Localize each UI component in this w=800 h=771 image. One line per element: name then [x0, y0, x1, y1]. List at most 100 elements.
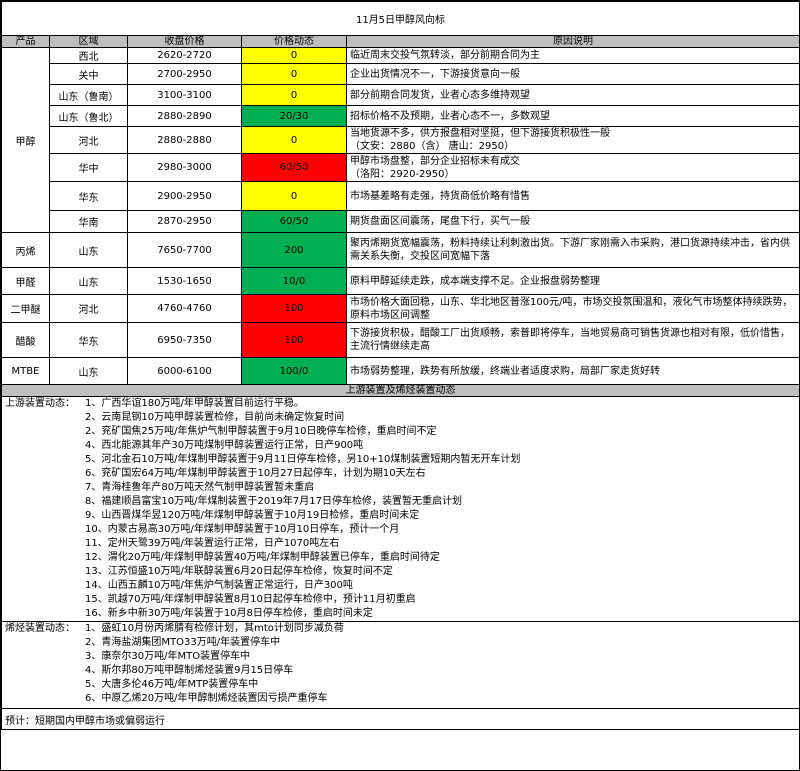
page-title: 11月5日甲醇风向标 — [1, 1, 800, 36]
product-name: 醋酸 — [1, 322, 50, 358]
product-name: 甲醇 — [1, 47, 50, 233]
list-item: 4、西北能源其年产30万吨煤制甲醇装置运行正常，日产900吨 — [85, 440, 364, 451]
price-cell: 1530-1650 — [127, 267, 242, 295]
region-cell: 关中 — [49, 63, 128, 85]
change-cell: 20/30 — [241, 105, 347, 127]
change-cell: 0 — [241, 63, 347, 85]
reason-cell: 招标价格不及预期，业者心态不一，多数观望 — [346, 105, 800, 127]
section-title: 上游装置及烯烃装置动态 — [1, 384, 800, 397]
list-item: 4、斯尔邦80万吨甲醇制烯烃装置9月15日停车 — [85, 665, 294, 676]
list-item: 11、定州天鹭39万吨/年装置运行正常，日产1070吨左右 — [85, 538, 340, 549]
list-item: 2、云南昆钢10万吨甲醇装置检修，目前尚未确定恢复时间 — [85, 412, 345, 423]
price-cell: 3100-3100 — [127, 84, 242, 106]
reason-cell: 下游接货积极，醋酸工厂出货顺畅，索普即将停车，当地贸易商可销售货源也相对有限，低… — [346, 322, 800, 358]
list-item: 7、青海桂鲁年产80万吨天然气制甲醇装置暂未重启 — [85, 482, 315, 493]
table-row: 河北 2880-2880 0 当地货源不多，供方报盘相对坚挺，但下游接货积极性一般 （文… — [2, 126, 800, 154]
upstream-list: 上游装置动态： 1、广西华谊180万吨/年甲醇装置目前运行平稳。 2、云南昆钢10万… — [5, 398, 796, 621]
list-item: 5、河北金石10万吨/年煤制甲醇装置于9月11日停车检修，另10+10煤制装置短… — [85, 454, 521, 465]
price-cell: 2620-2720 — [127, 47, 242, 64]
product-name: 二甲醚 — [1, 294, 50, 323]
reason-cell: 聚丙烯期货宽幅震荡，粉料持续让利刺激出货。下游厂家刚需入市采购，港口货源持续冲击… — [346, 232, 800, 268]
list-item: 烯烃装置动态： 1、盛虹10月份丙烯腈有检修计划，其mto计划同步减负荷 — [5, 623, 796, 637]
price-cell: 4760-4760 — [127, 294, 242, 323]
price-cell: 6000-6100 — [127, 357, 242, 385]
price-cell: 2980-3000 — [127, 153, 242, 182]
region-cell: 河北 — [49, 126, 128, 154]
reason-cell: 甲醇市场盘整，部分企业招标未有成交 （洛阳：2920-2950） — [346, 153, 800, 182]
change-cell: 10/0 — [241, 267, 347, 295]
change-cell: 0 — [241, 126, 347, 154]
table-row: 华南 2870-2950 60/50 期货盘面区间震荡，尾盘下行，买气一般 — [2, 210, 800, 233]
change-cell: 100 — [241, 322, 347, 358]
olefin-block: 烯烃装置动态： 1、盛虹10月份丙烯腈有检修计划，其mto计划同步减负荷 2、青海盐… — [1, 621, 800, 709]
list-item: 上游装置动态： 1、广西华谊180万吨/年甲醇装置目前运行平稳。 — [5, 398, 796, 412]
region-cell: 华东 — [49, 181, 128, 211]
list-item: 10、内蒙古易高30万吨/年煤制甲醇装置于10月10日停车，预计一个月 — [85, 524, 400, 535]
price-cell: 2700-2950 — [127, 63, 242, 85]
reason-cell: 期货盘面区间震荡，尾盘下行，买气一般 — [346, 210, 800, 233]
reason-line: 当地货源不多，供方报盘相对坚挺，但下游接货积极性一般 — [350, 128, 610, 139]
reason-line: 企业出货情况不一，下游接货意向一般 — [350, 68, 520, 80]
reason-cell: 原料甲醇延续走跌，成本端支撑不足。企业报盘弱势整理 — [346, 267, 800, 295]
list-text: 1、广西华谊180万吨/年甲醇装置目前运行平稳。 — [85, 398, 304, 409]
change-cell: 100/0 — [241, 357, 347, 385]
reason-cell: 临近周末交投气氛转淡，部分前期合同为主 — [346, 47, 800, 64]
reason-line: 招标价格不及预期，业者心态不一，多数观望 — [350, 110, 550, 122]
list-item: 6、兖矿国宏64万吨/年煤制甲醇装置于10月27日起停车，计划为期10天左右 — [85, 468, 426, 479]
reason-line: 期货盘面区间震荡，尾盘下行，买气一般 — [350, 216, 530, 227]
table-row: 甲醛 山东 1530-1650 10/0 原料甲醇延续走跌，成本端支撑不足。企业报盘弱势… — [1, 267, 800, 295]
header-reason: 原因说明 — [346, 35, 800, 48]
table-row: 醋酸 华东 6950-7350 100 下游接货积极，醋酸工厂出货顺畅，索普即将停车，当… — [1, 322, 800, 358]
product-name: 丙烯 — [1, 232, 50, 268]
price-cell: 2900-2950 — [127, 181, 242, 211]
header-price: 收盘价格 — [127, 35, 242, 48]
header-region: 区域 — [49, 35, 128, 48]
section-header: 上游装置及烯烃装置动态 — [1, 384, 800, 397]
reason-cell: 市场价格大面回稳，山东、华北地区普涨100元/吨，市场交投氛围温和，液化气市场整… — [346, 294, 800, 323]
list-text: 1、盛虹10月份丙烯腈有检修计划，其mto计划同步减负荷 — [85, 623, 344, 634]
change-cell: 0 — [241, 84, 347, 106]
reason-line: 部分前期合同发货，业者心态多维持观望 — [350, 89, 530, 101]
reason-line: 临近周末交投气氛转淡，部分前期合同为主 — [350, 50, 540, 61]
change-cell: 100 — [241, 294, 347, 323]
reason-line: （文安：2880（含） 唐山：2950） — [350, 141, 515, 152]
list-item: 6、中原乙烯20万吨/年甲醇制烯烃装置因亏损严重停车 — [85, 693, 328, 704]
methanol-rows: 甲醇 西北 2620-2720 0 临近周末交投气氛转淡，部分前期合同为主 关中 2700-… — [1, 47, 800, 233]
table-row: MTBE 山东 6000-6100 100/0 市场弱势整理，跌势有所放缓，终端业者适度… — [1, 357, 800, 385]
table-row: 二甲醚 河北 4760-4760 100 市场价格大面回稳，山东、华北地区普涨100元/… — [1, 294, 800, 323]
list-item: 14、山西五麟10万吨/年焦炉气制装置正常运行，日产300吨 — [85, 580, 353, 591]
table-row: 山东（鲁南） 3100-3100 0 部分前期合同发货，业者心态多维持观望 — [2, 84, 800, 106]
upstream-block: 上游装置动态： 1、广西华谊180万吨/年甲醇装置目前运行平稳。 2、云南昆钢10万… — [1, 396, 800, 622]
olefin-list: 烯烃装置动态： 1、盛虹10月份丙烯腈有检修计划，其mto计划同步减负荷 2、青海盐… — [5, 623, 796, 707]
region-cell: 华东 — [49, 322, 128, 358]
list-label: 上游装置动态： — [5, 398, 75, 409]
list-label: 烯烃装置动态： — [5, 623, 75, 634]
region-cell: 山东 — [49, 232, 128, 268]
price-cell: 6950-7350 — [127, 322, 242, 358]
list-item: 2、兖矿国焦25万吨/年焦炉气制甲醇装置于9月10日晚停车检修，重启时间不定 — [85, 426, 437, 437]
table-row: 华东 2900-2950 0 市场基差略有走强，持货商低价略有惜售 — [2, 181, 800, 211]
other-product-rows: 丙烯 山东 7650-7700 200 聚丙烯期货宽幅震荡，粉料持续让利刺激出货。下游厂… — [1, 232, 800, 385]
region-cell: 华南 — [49, 210, 128, 233]
table-row: 山东（鲁北） 2880-2890 20/30 招标价格不及预期，业者心态不一，多数观望 — [2, 105, 800, 127]
price-cell: 7650-7700 — [127, 232, 242, 268]
region-cell: 山东 — [49, 357, 128, 385]
price-cell: 2880-2890 — [127, 105, 242, 127]
table-row: 华中 2980-3000 60/50 甲醇市场盘整，部分企业招标未有成交 （洛阳：292… — [2, 153, 800, 182]
change-cell: 60/50 — [241, 210, 347, 233]
reason-line: 甲醇市场盘整，部分企业招标未有成交 — [350, 155, 520, 167]
list-item: 9、山西晋煤华昱120万吨/年煤制甲醇装置于10月19日检修，重启时间未定 — [85, 510, 420, 521]
reason-line: （洛阳：2920-2950） — [350, 168, 455, 180]
reason-cell: 企业出货情况不一，下游接货意向一般 — [346, 63, 800, 85]
reason-line: 市场基差略有走强，持货商低价略有惜售 — [350, 190, 530, 202]
region-cell: 河北 — [49, 294, 128, 323]
list-item: 16、新乡中新30万吨/年装置于10月8日停车检修，重启时间未定 — [85, 608, 373, 619]
table-row: 丙烯 山东 7650-7700 200 聚丙烯期货宽幅震荡，粉料持续让利刺激出货。下游厂… — [1, 232, 800, 268]
list-item: 15、凯越70万吨/年煤制甲醇装置8月10日起停车检修中，预计11月初重启 — [85, 594, 416, 605]
table-header: 产品 区域 收盘价格 价格动态 原因说明 — [1, 35, 800, 48]
change-cell: 200 — [241, 232, 347, 268]
report-sheet: 11月5日甲醇风向标 产品 区域 收盘价格 价格动态 原因说明 甲醇 西北 2620… — [0, 0, 800, 771]
list-item: 12、渭化20万吨/年煤制甲醇装置40万吨/年煤制甲醇装置已停车，重启时间待定 — [85, 552, 440, 563]
reason-cell: 市场基差略有走强，持货商低价略有惜售 — [346, 181, 800, 211]
product-name: 甲醛 — [1, 267, 50, 295]
